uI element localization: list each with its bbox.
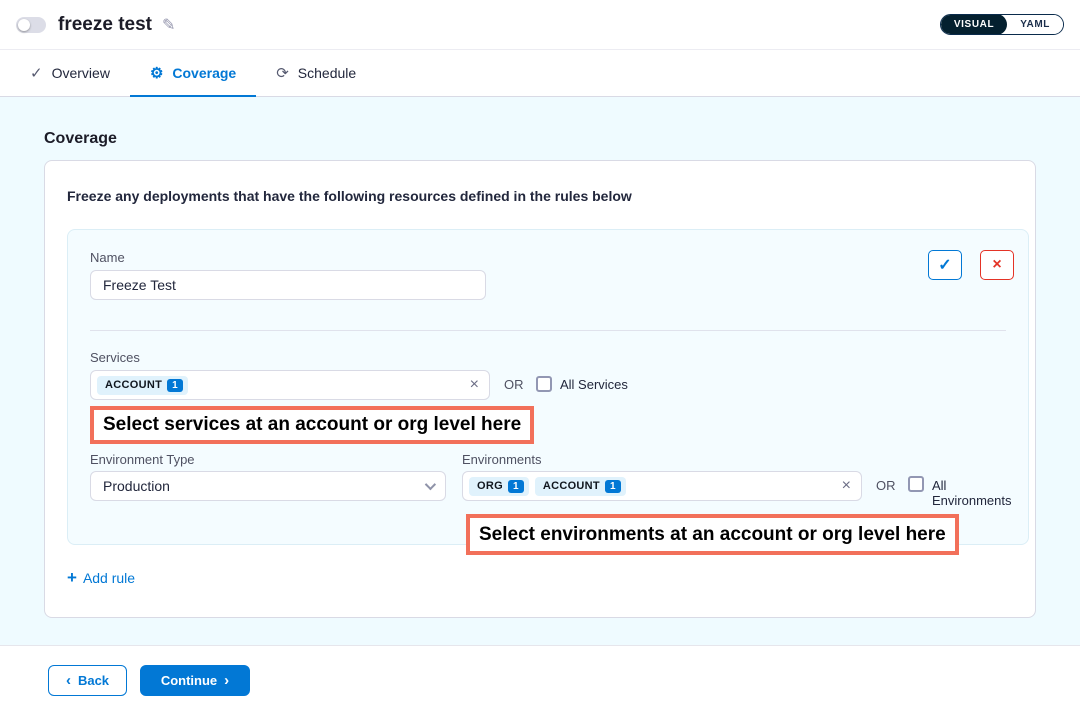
coverage-card: Freeze any deployments that have the fol… (44, 160, 1036, 618)
environments-clear-icon[interactable]: × (842, 478, 851, 494)
rule-panel: Name ✓ × Services ACCOUNT 1 × OR All Ser… (67, 229, 1029, 545)
all-environments-checkbox[interactable] (908, 476, 924, 492)
check-icon: ✓ (30, 66, 43, 81)
tab-overview[interactable]: ✓ Overview (10, 50, 130, 96)
footer: ‹ Back Continue › (0, 645, 1080, 709)
back-button-label: Back (78, 673, 109, 688)
back-button[interactable]: ‹ Back (48, 665, 127, 696)
main-content: Coverage Freeze any deployments that hav… (0, 97, 1080, 645)
confirm-check-icon: ✓ (938, 255, 951, 275)
coverage-heading: Coverage (44, 130, 117, 148)
toggle-knob (18, 19, 30, 31)
environments-tag-account[interactable]: ACCOUNT 1 (535, 477, 626, 496)
chevron-right-icon: › (224, 673, 229, 688)
page-title: freeze test (58, 14, 152, 36)
tab-overview-label: Overview (52, 65, 110, 81)
environments-tag-account-label: ACCOUNT (543, 480, 600, 492)
add-rule-button[interactable]: + Add rule (67, 569, 135, 586)
rule-name-input[interactable] (90, 270, 486, 300)
environment-type-value: Production (103, 478, 170, 494)
environments-input[interactable]: ORG 1 ACCOUNT 1 × (462, 471, 862, 501)
freeze-enabled-toggle[interactable] (16, 17, 46, 33)
environments-tag-org-label: ORG (477, 480, 503, 492)
services-tag-account-label: ACCOUNT (105, 379, 162, 391)
yaml-toggle-button[interactable]: YAML (1007, 14, 1063, 35)
services-or-label: OR (504, 377, 524, 392)
all-environments-label: All Environments (932, 478, 1028, 508)
visual-toggle-button[interactable]: VISUAL (941, 14, 1007, 35)
tab-schedule-label: Schedule (298, 65, 356, 81)
tab-coverage-label: Coverage (172, 65, 236, 81)
plus-icon: + (67, 569, 77, 586)
header: freeze test ✎ VISUAL YAML (0, 0, 1080, 50)
services-clear-icon[interactable]: × (470, 377, 479, 393)
tab-bar: ✓ Overview ⚙ Coverage ⟳ Schedule (0, 50, 1080, 97)
name-label: Name (90, 250, 125, 265)
services-annotation: Select services at an account or org lev… (90, 406, 534, 444)
continue-button[interactable]: Continue › (140, 665, 250, 696)
services-tag-account[interactable]: ACCOUNT 1 (97, 376, 188, 395)
tab-schedule[interactable]: ⟳ Schedule (256, 50, 376, 96)
confirm-rule-button[interactable]: ✓ (928, 250, 962, 280)
card-description: Freeze any deployments that have the fol… (67, 188, 632, 204)
environments-tag-org[interactable]: ORG 1 (469, 477, 529, 496)
environments-tag-org-count: 1 (508, 480, 524, 493)
environment-type-select[interactable]: Production (90, 471, 446, 501)
edit-title-icon[interactable]: ✎ (162, 15, 175, 35)
add-rule-label: Add rule (83, 570, 135, 586)
environment-type-label: Environment Type (90, 452, 195, 467)
chevron-down-icon (425, 479, 436, 490)
schedule-icon: ⟳ (276, 66, 289, 81)
delete-rule-button[interactable]: × (980, 250, 1014, 280)
all-services-checkbox[interactable] (536, 376, 552, 392)
services-input[interactable]: ACCOUNT 1 × (90, 370, 490, 400)
continue-button-label: Continue (161, 673, 217, 688)
services-label: Services (90, 350, 140, 365)
visual-yaml-toggle: VISUAL YAML (940, 14, 1064, 35)
environments-or-label: OR (876, 478, 896, 493)
all-services-label: All Services (560, 377, 628, 392)
rule-divider (90, 330, 1006, 331)
environments-tag-account-count: 1 (605, 480, 621, 493)
gear-icon: ⚙ (150, 66, 163, 81)
chevron-left-icon: ‹ (66, 673, 71, 688)
delete-x-icon: × (992, 256, 1001, 274)
environments-annotation: Select environments at an account or org… (466, 514, 959, 555)
tab-coverage[interactable]: ⚙ Coverage (130, 50, 256, 96)
services-tag-account-count: 1 (167, 379, 183, 392)
environments-label: Environments (462, 452, 541, 467)
